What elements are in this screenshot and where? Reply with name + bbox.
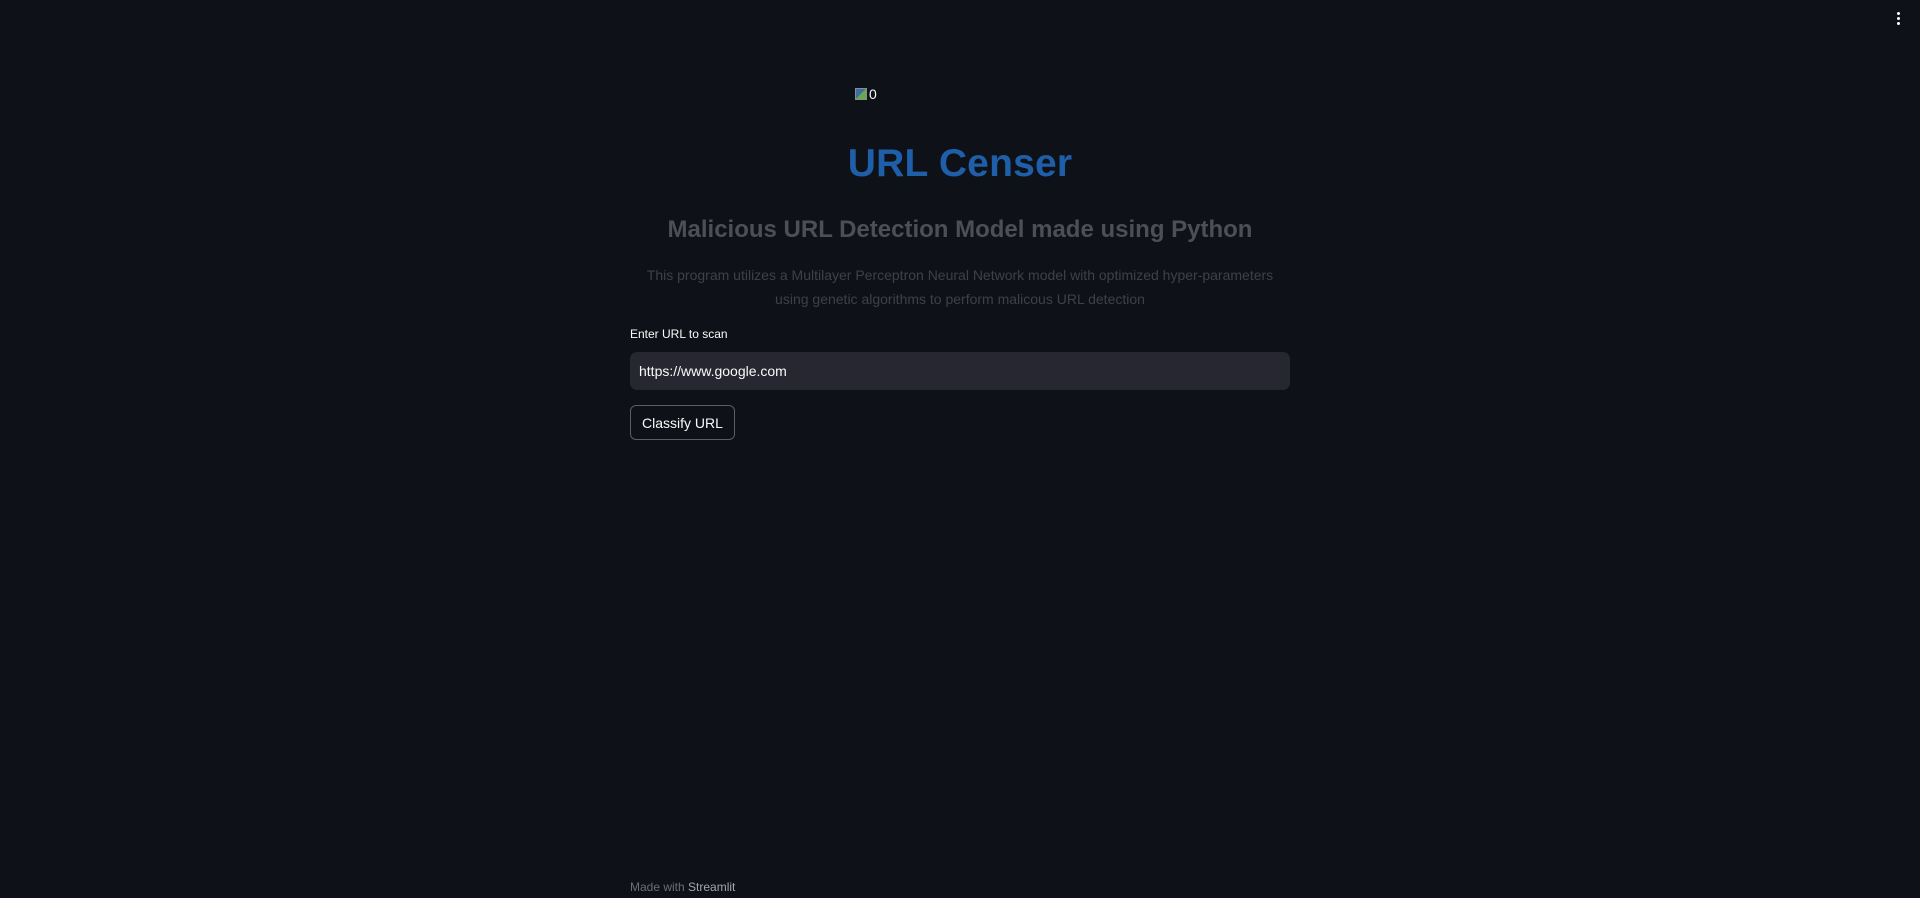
url-input[interactable]	[630, 352, 1290, 390]
footer-prefix: Made with	[630, 880, 685, 894]
logo-alt-text: 0	[869, 86, 877, 102]
footer-streamlit-link[interactable]: Streamlit	[688, 880, 735, 894]
url-input-label: Enter URL to scan	[630, 327, 728, 341]
page-title: URL Censer	[847, 142, 1073, 185]
broken-image-icon	[855, 88, 867, 100]
app-container: 0 URL Censer Malicious URL Detection Mod…	[0, 0, 1920, 898]
kebab-menu-icon	[1896, 11, 1900, 15]
page-subtitle: Malicious URL Detection Model made using…	[667, 216, 1253, 243]
kebab-menu-dot	[1896, 21, 1900, 25]
kebab-menu-dot	[1896, 16, 1900, 20]
footer: Made with Streamlit	[630, 880, 735, 894]
classify-url-button[interactable]: Classify URL	[630, 405, 735, 440]
logo-image: 0	[855, 86, 877, 102]
page-description: This program utilizes a Multilayer Perce…	[646, 267, 1274, 307]
main-menu-button[interactable]	[1888, 8, 1908, 28]
